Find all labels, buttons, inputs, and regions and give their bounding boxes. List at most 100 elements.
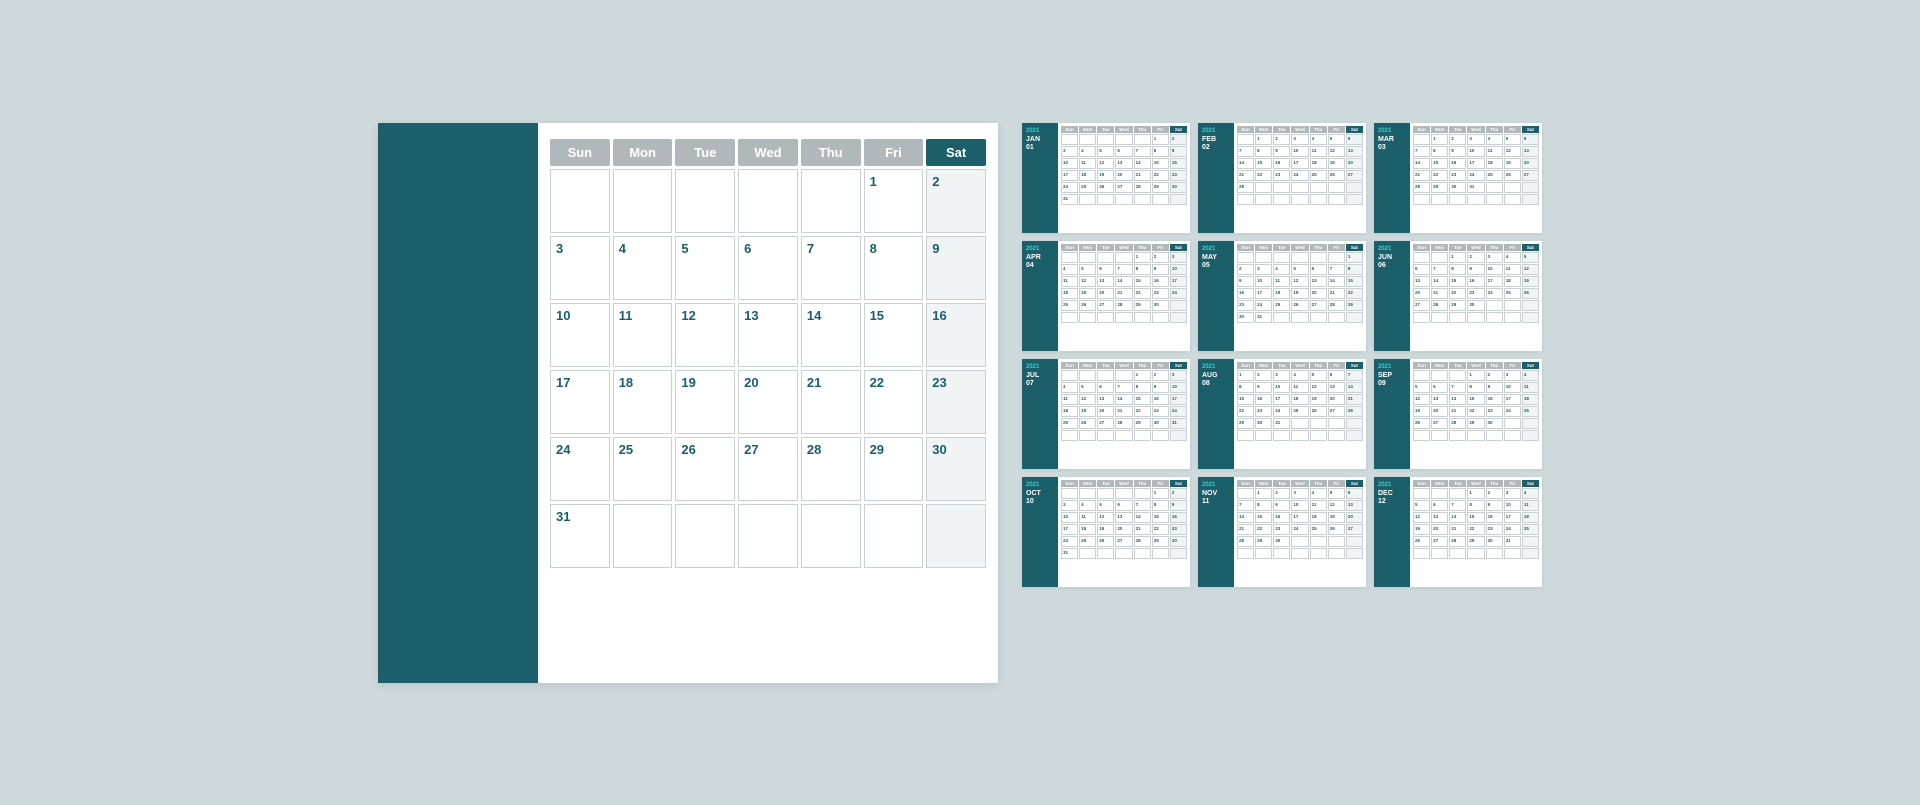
mini-cell: 27 bbox=[1097, 300, 1114, 311]
cal-cell bbox=[864, 504, 924, 568]
mini-cell: 19 bbox=[1079, 288, 1096, 299]
mini-body: SunMonTueWedThuFriSat1234567891011121314… bbox=[1234, 241, 1366, 351]
mini-header-cell: Mon bbox=[1255, 126, 1272, 133]
mini-cell bbox=[1310, 418, 1327, 429]
mini-cell: 25 bbox=[1291, 406, 1308, 417]
mini-header-cell: Fri bbox=[1152, 480, 1169, 487]
mini-year: 2021 bbox=[1202, 482, 1215, 489]
mini-cell: 15 bbox=[1134, 276, 1151, 287]
mini-cell bbox=[1115, 312, 1132, 323]
mini-cell bbox=[1449, 370, 1466, 381]
cal-cell bbox=[675, 504, 735, 568]
mini-cell: 12 bbox=[1310, 382, 1327, 393]
mini-cell: 22 bbox=[1237, 406, 1254, 417]
mini-cell: 18 bbox=[1486, 158, 1503, 169]
mini-cell: 23 bbox=[1486, 406, 1503, 417]
mini-cell: 16 bbox=[1237, 288, 1254, 299]
mini-header-cell: Sun bbox=[1237, 244, 1254, 251]
cal-cell: 23 bbox=[926, 370, 986, 434]
mini-cell: 25 bbox=[1522, 524, 1539, 535]
mini-grid: 1234567891011121314151617181920212223242… bbox=[1237, 252, 1363, 323]
mini-header-cell: Mon bbox=[1255, 480, 1272, 487]
mini-sidebar: 2021AUG08 bbox=[1198, 359, 1234, 469]
mini-cell: 2 bbox=[1170, 488, 1187, 499]
cal-cell: 1 bbox=[864, 169, 924, 233]
mini-calendar-jun: 2021JUN06SunMonTueWedThuFriSat1234567891… bbox=[1374, 241, 1542, 351]
mini-cell: 28 bbox=[1134, 536, 1151, 547]
mini-cell bbox=[1134, 430, 1151, 441]
mini-cell bbox=[1115, 370, 1132, 381]
cal-cell: 14 bbox=[801, 303, 861, 367]
mini-cell bbox=[1273, 182, 1290, 193]
mini-cell: 2 bbox=[1273, 488, 1290, 499]
main-calendar-body: SunMonTueWedThuFriSat 123456789101112131… bbox=[538, 123, 998, 683]
mini-cell: 5 bbox=[1413, 500, 1430, 511]
mini-header-cell: Thu bbox=[1134, 362, 1151, 369]
mini-cell: 16 bbox=[1273, 158, 1290, 169]
mini-cell: 9 bbox=[1170, 500, 1187, 511]
mini-cell: 28 bbox=[1237, 536, 1254, 547]
mini-header-cell: Wed bbox=[1467, 244, 1484, 251]
mini-cell: 19 bbox=[1413, 524, 1430, 535]
mini-cell: 2 bbox=[1170, 134, 1187, 145]
mini-cell: 9 bbox=[1449, 146, 1466, 157]
mini-grid: 1234567891011121314151617181920212223242… bbox=[1061, 134, 1187, 205]
mini-cell: 2 bbox=[1152, 370, 1169, 381]
mini-cell: 14 bbox=[1413, 158, 1430, 169]
mini-cell: 3 bbox=[1486, 252, 1503, 263]
mini-cell: 17 bbox=[1061, 524, 1078, 535]
cal-cell bbox=[675, 169, 735, 233]
mini-cell bbox=[1522, 300, 1539, 311]
mini-cell bbox=[1273, 252, 1290, 263]
mini-cell bbox=[1097, 134, 1114, 145]
mini-cell bbox=[1486, 194, 1503, 205]
mini-cell bbox=[1346, 194, 1363, 205]
mini-cell: 20 bbox=[1431, 406, 1448, 417]
mini-cell: 30 bbox=[1486, 536, 1503, 547]
cal-cell: 6 bbox=[738, 236, 798, 300]
cal-cell: 18 bbox=[613, 370, 673, 434]
cal-cell bbox=[613, 169, 673, 233]
mini-header-cell: Mon bbox=[1431, 362, 1448, 369]
mini-cell: 4 bbox=[1486, 134, 1503, 145]
mini-cell bbox=[1413, 430, 1430, 441]
cal-cell: 2 bbox=[926, 169, 986, 233]
mini-cell bbox=[1449, 312, 1466, 323]
mini-header-cell: Thu bbox=[1486, 126, 1503, 133]
mini-cell: 15 bbox=[1255, 512, 1272, 523]
cal-cell: 24 bbox=[550, 437, 610, 501]
mini-cell: 29 bbox=[1346, 300, 1363, 311]
mini-cell: 27 bbox=[1346, 524, 1363, 535]
mini-cell: 24 bbox=[1486, 288, 1503, 299]
mini-cell: 10 bbox=[1291, 500, 1308, 511]
cal-cell: 10 bbox=[550, 303, 610, 367]
cal-cell: 22 bbox=[864, 370, 924, 434]
mini-header-cell: Fri bbox=[1328, 362, 1345, 369]
mini-cell: 11 bbox=[1504, 264, 1521, 275]
cal-cell: 25 bbox=[613, 437, 673, 501]
mini-header-cell: Fri bbox=[1504, 362, 1521, 369]
mini-cell: 16 bbox=[1273, 512, 1290, 523]
mini-cell bbox=[1346, 418, 1363, 429]
mini-sidebar: 2021DEC12 bbox=[1374, 477, 1410, 587]
mini-header-cell: Wed bbox=[1115, 244, 1132, 251]
mini-cell bbox=[1431, 488, 1448, 499]
cal-cell bbox=[738, 504, 798, 568]
mini-cell bbox=[1170, 300, 1187, 311]
mini-calendar-feb: 2021FEB02SunMonTueWedThuFriSat1234567891… bbox=[1198, 123, 1366, 233]
cal-cell bbox=[550, 169, 610, 233]
mini-cell: 5 bbox=[1079, 264, 1096, 275]
mini-cell: 12 bbox=[1413, 512, 1430, 523]
mini-header-cell: Sun bbox=[1061, 480, 1078, 487]
mini-cell: 25 bbox=[1310, 170, 1327, 181]
mini-header-cell: Wed bbox=[1115, 126, 1132, 133]
mini-cell: 21 bbox=[1115, 288, 1132, 299]
mini-sidebar: 2021MAY05 bbox=[1198, 241, 1234, 351]
mini-header-cell: Wed bbox=[1467, 480, 1484, 487]
mini-header-cell: Mon bbox=[1431, 244, 1448, 251]
mini-cell: 1 bbox=[1255, 488, 1272, 499]
mini-body: SunMonTueWedThuFriSat1234567891011121314… bbox=[1234, 123, 1366, 233]
mini-cell: 14 bbox=[1134, 512, 1151, 523]
mini-cell: 25 bbox=[1504, 288, 1521, 299]
mini-cell: 22 bbox=[1255, 170, 1272, 181]
